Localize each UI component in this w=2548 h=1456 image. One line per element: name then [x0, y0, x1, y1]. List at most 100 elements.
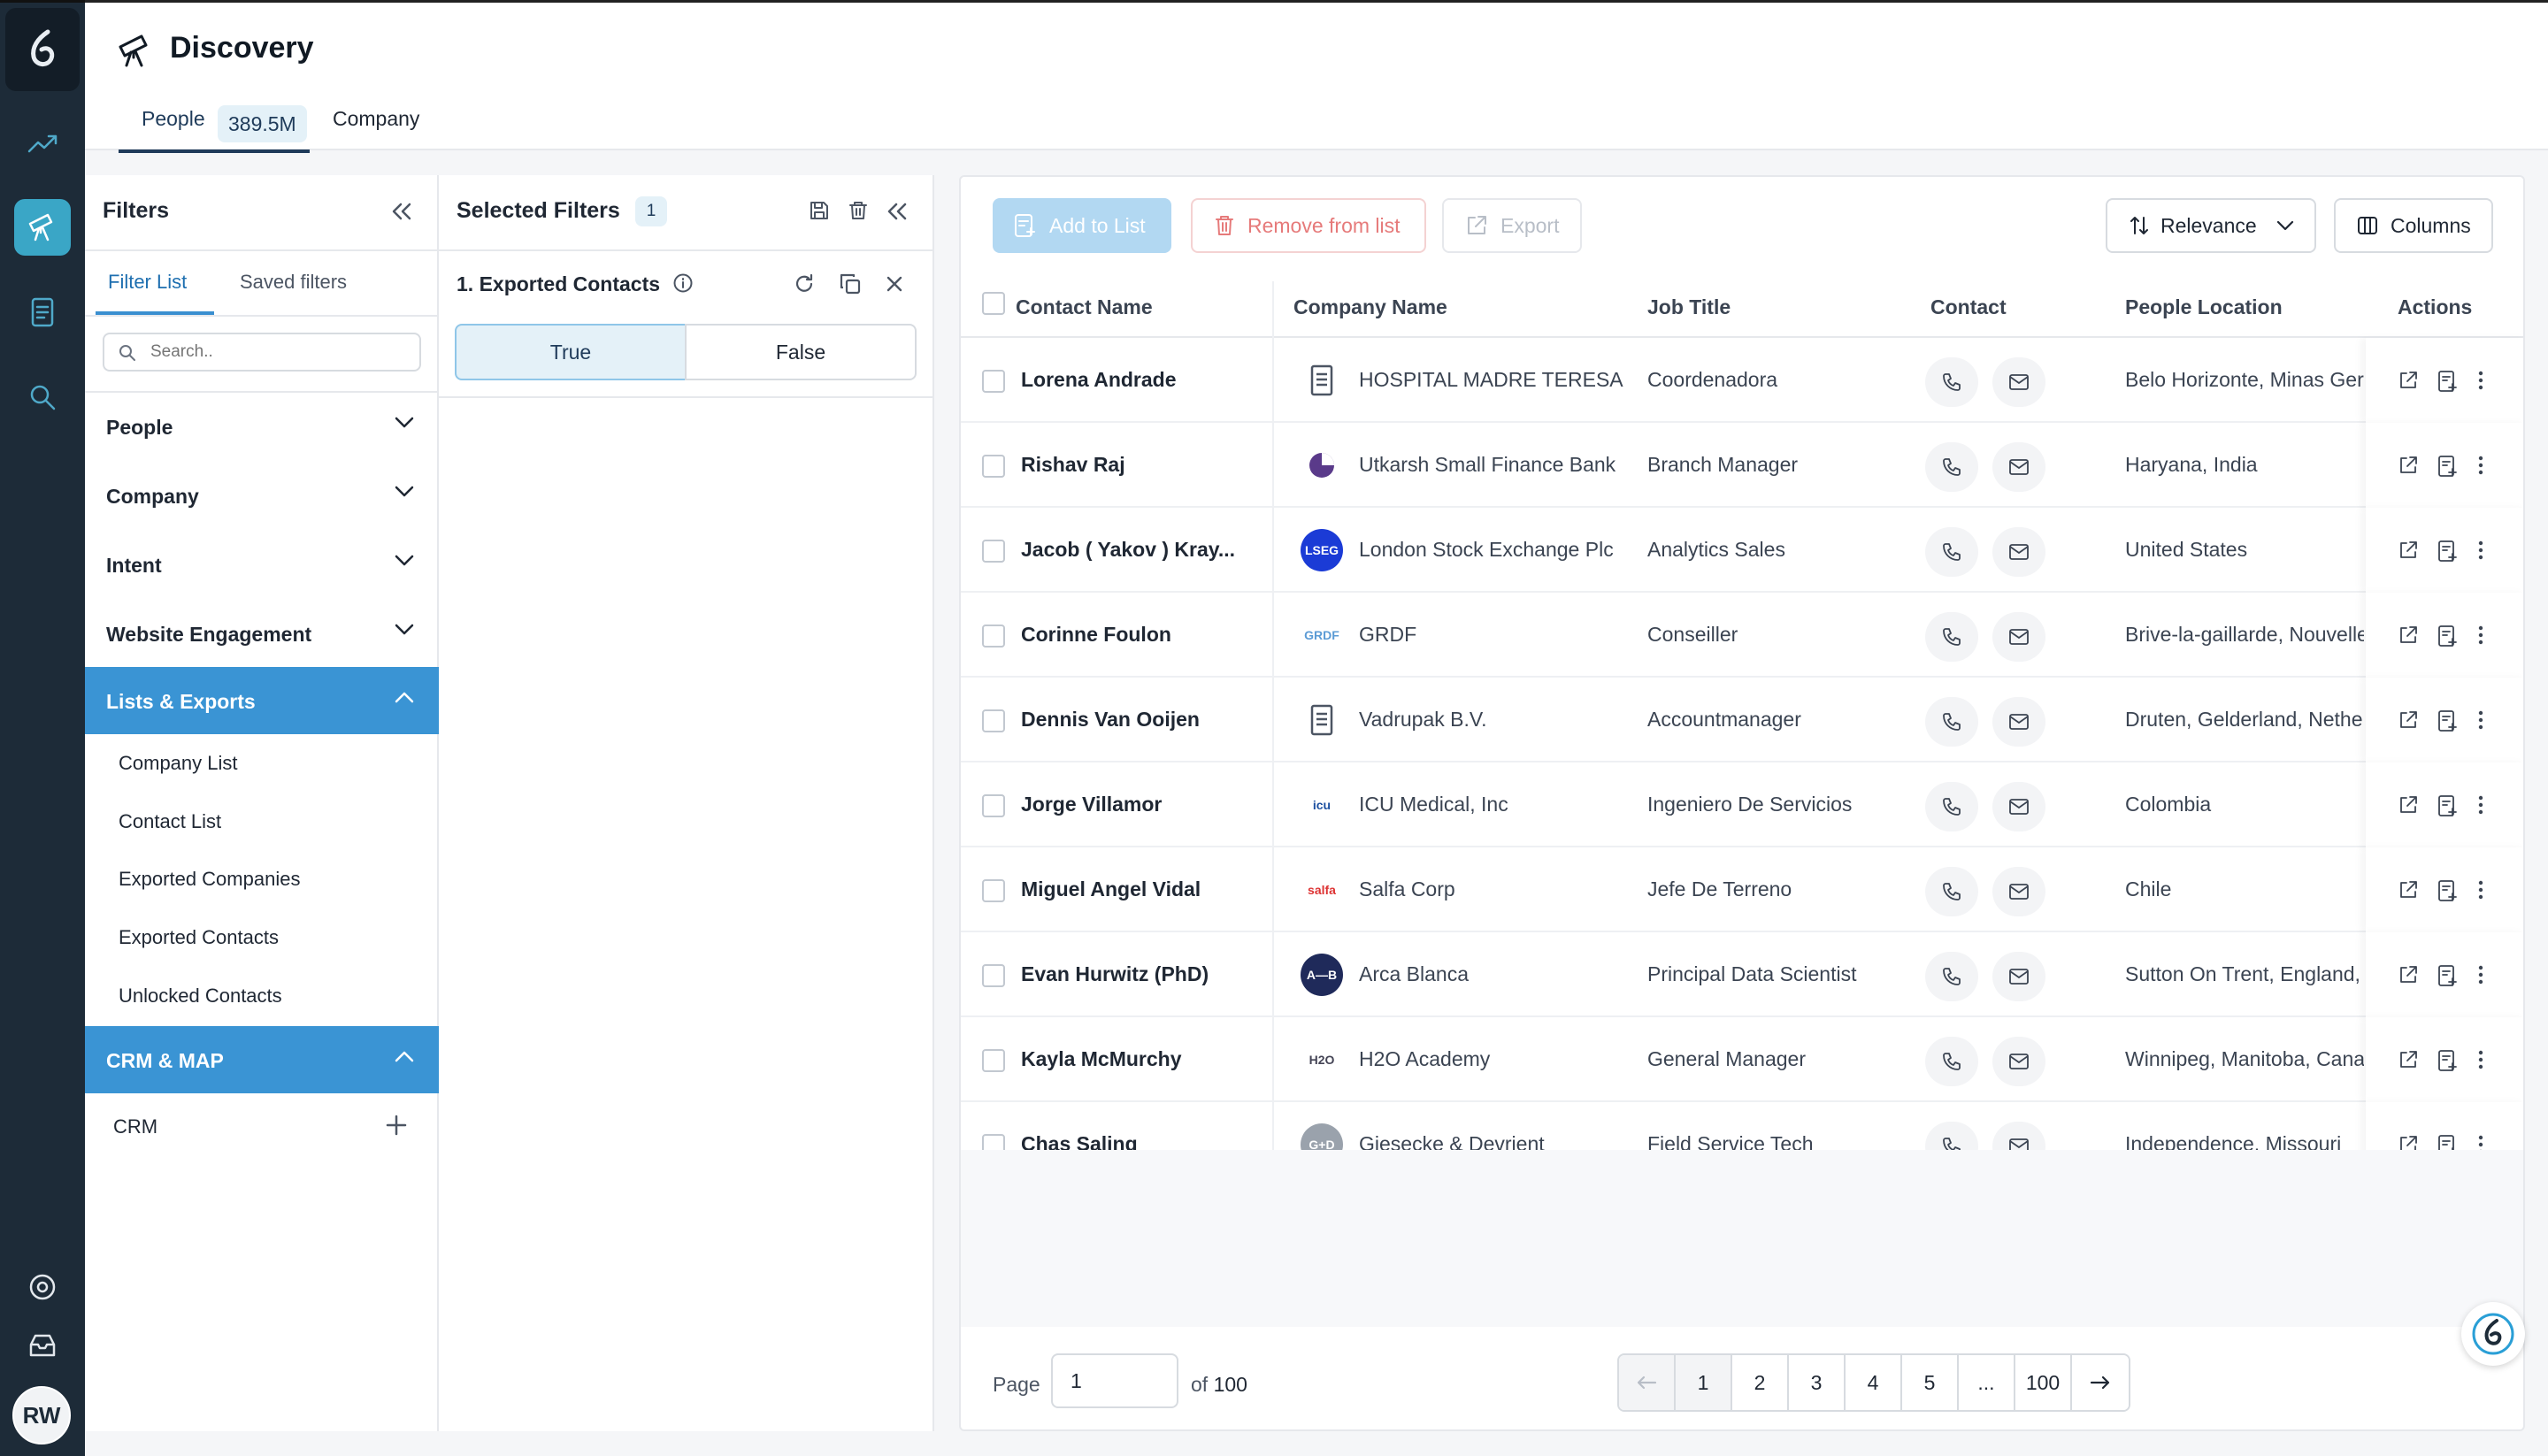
row-checkbox[interactable] [982, 455, 1005, 478]
company-name[interactable]: Arca Blanca [1359, 962, 1642, 986]
settings-icon[interactable] [14, 1259, 71, 1315]
more-options-icon[interactable] [2475, 625, 2486, 646]
tab-company[interactable]: Company [333, 107, 419, 131]
open-external-icon[interactable] [2398, 1049, 2419, 1070]
section-website-engagement[interactable]: Website Engagement [85, 600, 439, 667]
open-external-icon[interactable] [2398, 964, 2419, 985]
row-checkbox[interactable] [982, 625, 1005, 648]
copy-icon[interactable] [839, 272, 862, 295]
list-item-company-list[interactable]: Company List [119, 752, 238, 775]
prev-page-button[interactable] [1619, 1355, 1676, 1410]
list-item-exported-contacts[interactable]: Exported Contacts [119, 926, 279, 949]
section-crm-map[interactable]: CRM & MAP [85, 1026, 439, 1093]
page-button[interactable]: 2 [1732, 1355, 1789, 1410]
info-icon[interactable] [672, 272, 694, 294]
list-item-unlocked-contacts[interactable]: Unlocked Contacts [119, 985, 282, 1008]
column-header-contact-name[interactable]: Contact Name [1016, 295, 1153, 319]
section-intent[interactable]: Intent [85, 531, 439, 598]
page-button[interactable]: 100 [2015, 1355, 2072, 1410]
phone-icon[interactable] [1925, 527, 1978, 577]
filter-search-field[interactable] [103, 333, 421, 372]
add-list-icon[interactable] [2437, 879, 2458, 902]
phone-icon[interactable] [1925, 357, 1978, 407]
more-options-icon[interactable] [2475, 455, 2486, 476]
add-list-icon[interactable] [2437, 794, 2458, 817]
list-item-crm[interactable]: CRM [113, 1115, 157, 1138]
page-button[interactable]: 3 [1789, 1355, 1846, 1410]
more-options-icon[interactable] [2475, 879, 2486, 900]
company-name[interactable]: HOSPITAL MADRE TERESA [1359, 368, 1642, 392]
company-name[interactable]: ICU Medical, Inc [1359, 793, 1642, 816]
contact-name[interactable]: Jorge Villamor [1021, 793, 1242, 816]
trending-icon[interactable] [14, 116, 71, 172]
email-icon[interactable] [1992, 527, 2045, 577]
collapse-selected-filters-icon[interactable] [886, 202, 908, 221]
contact-name[interactable]: Evan Hurwitz (PhD) [1021, 962, 1242, 986]
more-options-icon[interactable] [2475, 794, 2486, 816]
add-list-icon[interactable] [2437, 1049, 2458, 1072]
row-checkbox[interactable] [982, 709, 1005, 732]
contact-name[interactable]: Kayla McMurchy [1021, 1047, 1242, 1071]
export-button[interactable]: Export [1442, 198, 1582, 253]
filter-search-input[interactable] [150, 341, 407, 363]
phone-icon[interactable] [1925, 952, 1978, 1001]
list-item-exported-companies[interactable]: Exported Companies [119, 868, 300, 891]
open-external-icon[interactable] [2398, 455, 2419, 476]
email-icon[interactable] [1992, 697, 2045, 747]
option-true[interactable]: True [455, 324, 687, 380]
email-icon[interactable] [1992, 782, 2045, 831]
section-lists-exports[interactable]: Lists & Exports [85, 667, 439, 734]
next-page-button[interactable] [2072, 1355, 2129, 1410]
inbox-icon[interactable] [14, 1317, 71, 1374]
contact-name[interactable]: Jacob ( Yakov ) Kray... [1021, 538, 1242, 562]
add-list-icon[interactable] [2437, 370, 2458, 393]
document-icon[interactable] [14, 284, 71, 341]
open-external-icon[interactable] [2398, 794, 2419, 816]
row-checkbox[interactable] [982, 1049, 1005, 1072]
phone-icon[interactable] [1925, 612, 1978, 662]
company-name[interactable]: Utkarsh Small Finance Bank [1359, 453, 1642, 477]
select-all-checkbox[interactable] [982, 292, 1005, 315]
column-header-company-name[interactable]: Company Name [1293, 295, 1447, 319]
option-false[interactable]: False [685, 324, 917, 380]
table-row[interactable]: Jacob ( Yakov ) Kray... LSEG London Stock … [961, 508, 2523, 593]
trash-icon[interactable] [848, 200, 869, 221]
table-row[interactable]: Kayla McMurchy H2O H2O Academy General Mana… [961, 1017, 2523, 1102]
page-number-input[interactable] [1053, 1355, 1177, 1406]
brand-logo-icon[interactable] [5, 8, 80, 91]
table-row[interactable]: Evan Hurwitz (PhD) A—B Arca Blanca Principa… [961, 932, 2523, 1017]
phone-icon[interactable] [1925, 1037, 1978, 1086]
open-external-icon[interactable] [2398, 540, 2419, 561]
add-list-icon[interactable] [2437, 709, 2458, 732]
email-icon[interactable] [1992, 1037, 2045, 1086]
email-icon[interactable] [1992, 357, 2045, 407]
telescope-icon[interactable] [14, 199, 71, 256]
email-icon[interactable] [1992, 867, 2045, 916]
column-header-job-title[interactable]: Job Title [1647, 295, 1731, 319]
add-list-icon[interactable] [2437, 540, 2458, 563]
table-row[interactable]: Jorge Villamor icu ICU Medical, Inc Ingenie… [961, 762, 2523, 847]
subtab-filter-list[interactable]: Filter List [108, 271, 187, 294]
help-widget-logo-icon[interactable] [2461, 1302, 2525, 1366]
add-list-icon[interactable] [2437, 455, 2458, 478]
phone-icon[interactable] [1925, 867, 1978, 916]
refresh-icon[interactable] [793, 272, 816, 295]
company-name[interactable]: London Stock Exchange Plc [1359, 538, 1642, 562]
avatar[interactable]: RW [12, 1386, 71, 1445]
close-icon[interactable] [885, 274, 904, 294]
row-checkbox[interactable] [982, 540, 1005, 563]
company-name[interactable]: Salfa Corp [1359, 877, 1642, 901]
table-row[interactable]: Lorena Andrade HOSPITAL MADRE TERESA Coord… [961, 338, 2523, 423]
sort-dropdown[interactable]: Relevance [2106, 198, 2316, 253]
remove-from-list-button[interactable]: Remove from list [1191, 198, 1426, 253]
table-row[interactable]: Rishav Raj Utkarsh Small Finance Bank Bran… [961, 423, 2523, 508]
add-to-list-button[interactable]: Add to List [993, 198, 1171, 253]
contact-name[interactable]: Lorena Andrade [1021, 368, 1242, 392]
section-company[interactable]: Company [85, 462, 439, 529]
subtab-saved-filters[interactable]: Saved filters [240, 271, 347, 294]
row-checkbox[interactable] [982, 794, 1005, 817]
section-people[interactable]: People [85, 393, 439, 460]
contact-name[interactable]: Dennis Van Ooijen [1021, 708, 1242, 732]
more-options-icon[interactable] [2475, 370, 2486, 391]
more-options-icon[interactable] [2475, 540, 2486, 561]
